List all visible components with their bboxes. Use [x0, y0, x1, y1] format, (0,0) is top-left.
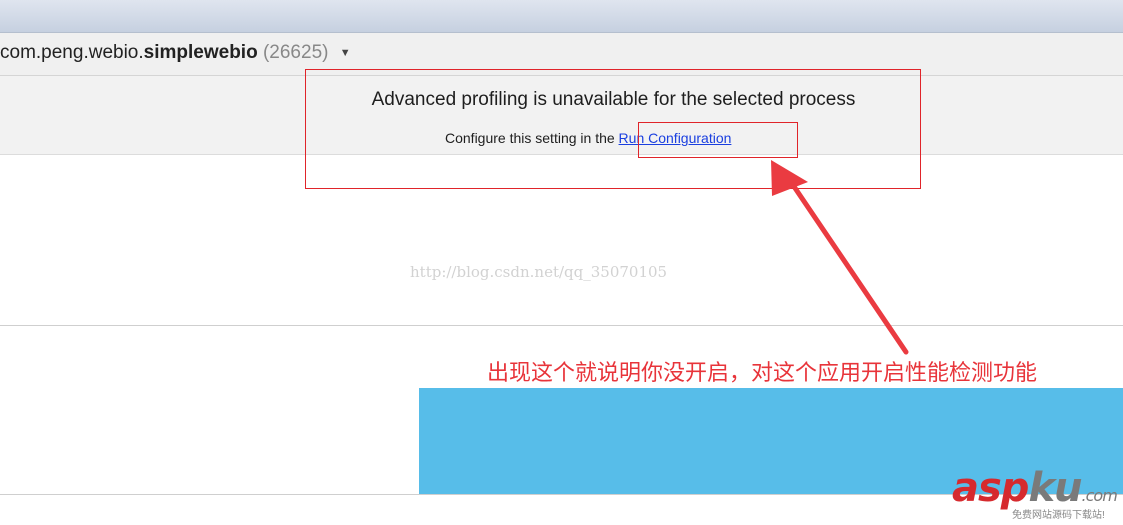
process-package-prefix: com.peng.webio.: [0, 42, 144, 63]
panel-divider: [0, 325, 1123, 326]
highlight-box-link: [638, 122, 798, 158]
logo-ku: ku: [1028, 465, 1082, 511]
logo-asp: asp: [952, 465, 1029, 511]
process-pid: (26625): [262, 42, 329, 63]
annotation-note: 出现这个就说明你没开启，对这个应用开启性能检测功能: [487, 361, 1038, 386]
window-top-band: [0, 0, 1123, 33]
logo-tld: .com: [1081, 486, 1118, 505]
process-app-name: simplewebio: [143, 42, 258, 63]
logo-tagline: 免费网站源码下载站!: [1012, 510, 1105, 521]
watermark-url: http://blog.csdn.net/qq_35070105: [410, 263, 668, 281]
caret-down-icon[interactable]: ▼: [340, 47, 351, 59]
process-selector-dropdown[interactable]: com.peng.webio.simplewebio (26625) ▼: [0, 42, 351, 64]
highlight-box-notice: [305, 69, 921, 189]
site-logo: aspku.com 免费网站源码下载站!: [952, 466, 1120, 522]
